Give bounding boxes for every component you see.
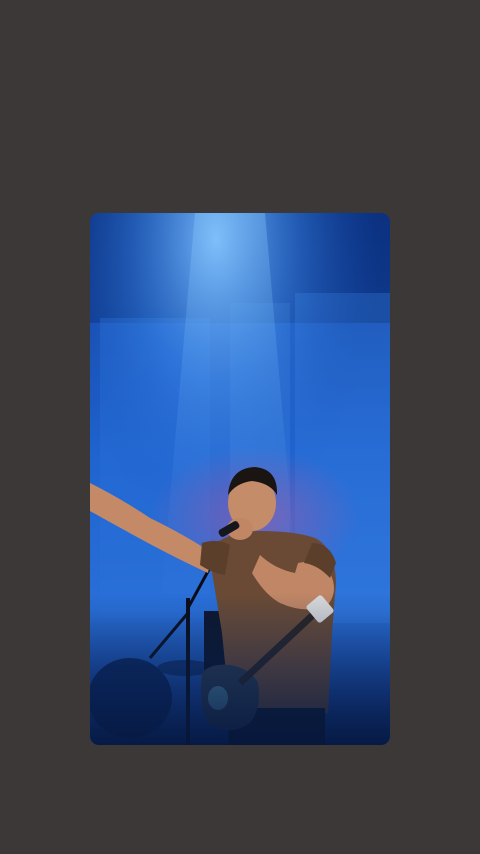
media-photo[interactable] — [90, 213, 390, 745]
screen-background — [0, 0, 480, 854]
concert-photo — [90, 213, 390, 745]
